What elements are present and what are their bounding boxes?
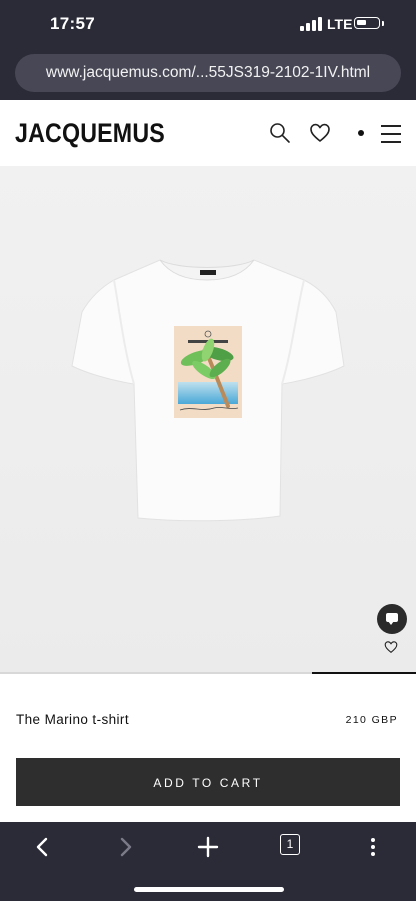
- tshirt-image: [71, 259, 345, 522]
- battery-icon: [354, 17, 380, 29]
- dot-icon: [358, 130, 364, 136]
- forward-icon[interactable]: [110, 832, 140, 862]
- wishlist-heart-icon[interactable]: [384, 640, 398, 654]
- product-price: 210 GBP: [345, 714, 398, 726]
- logo[interactable]: JACQUEMUS: [15, 118, 165, 149]
- product-gallery[interactable]: [0, 166, 416, 672]
- battery-tip: [382, 21, 384, 26]
- heart-icon[interactable]: [309, 122, 331, 144]
- product-name: The Marino t-shirt: [16, 712, 129, 727]
- gallery-progress-indicator: [312, 672, 416, 674]
- status-time: 17:57: [50, 14, 95, 33]
- home-indicator: [134, 887, 284, 892]
- url-bar[interactable]: www.jacquemus.com/...55JS319-2102-1IV.ht…: [15, 54, 401, 92]
- add-to-cart-button[interactable]: ADD TO CART: [16, 758, 400, 806]
- browser-toolbar: 1: [0, 822, 416, 901]
- back-icon[interactable]: [28, 832, 58, 862]
- tabs-icon[interactable]: 1: [280, 834, 300, 855]
- web-page: JACQUEMUS The Marino t-shirt 210 GBP ADD…: [0, 100, 416, 822]
- chat-button[interactable]: [377, 604, 407, 634]
- site-header: JACQUEMUS: [0, 100, 416, 166]
- signal-icon: [300, 17, 322, 31]
- network-label: LTE: [327, 16, 353, 32]
- menu-icon[interactable]: [381, 125, 401, 143]
- more-icon[interactable]: [358, 832, 388, 862]
- new-tab-icon[interactable]: [193, 832, 223, 862]
- search-icon[interactable]: [269, 122, 291, 144]
- status-bar: 17:57 LTE: [0, 0, 416, 50]
